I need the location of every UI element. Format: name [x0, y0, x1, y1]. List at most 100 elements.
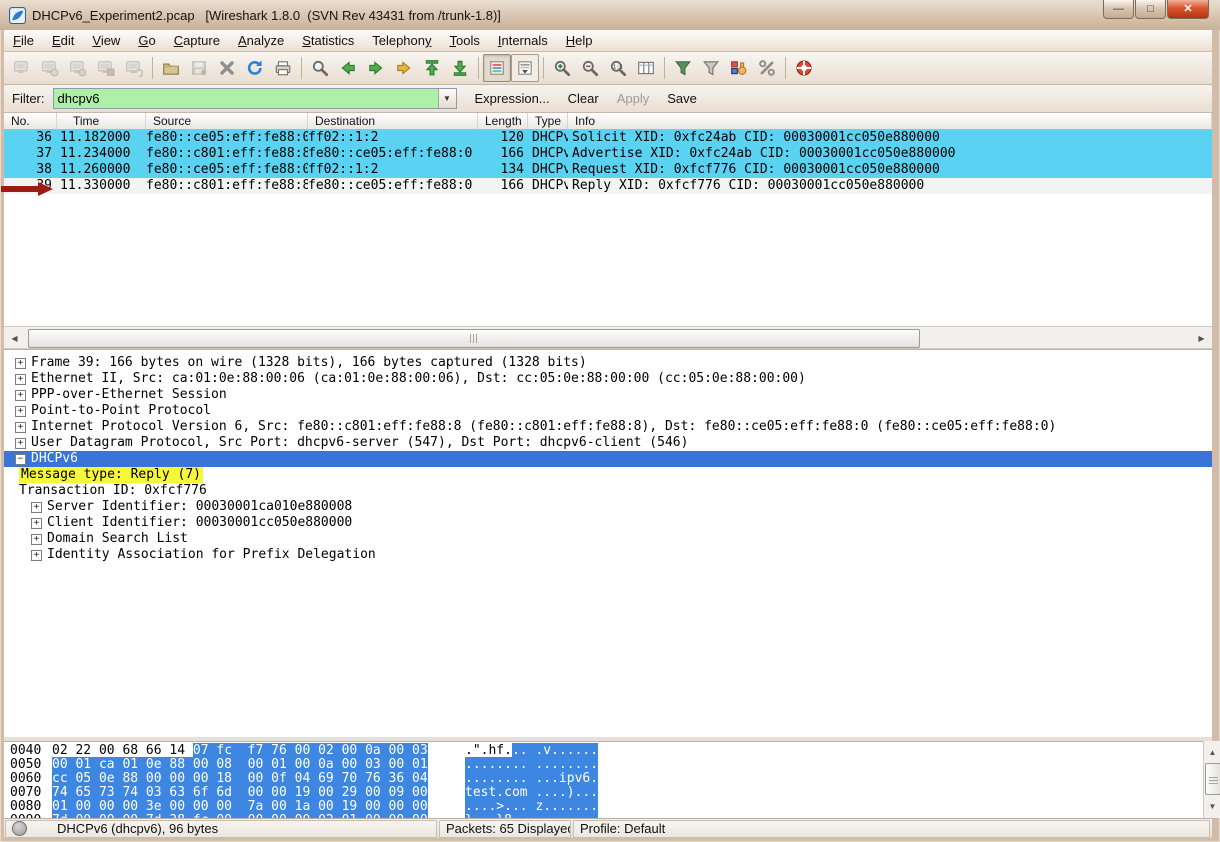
- detail-row[interactable]: +Frame 39: 166 bytes on wire (1328 bits)…: [4, 355, 1212, 371]
- filter-input[interactable]: [54, 89, 447, 108]
- column-header-no[interactable]: No.: [4, 113, 57, 130]
- zoom-100-button[interactable]: 1:1: [604, 54, 632, 82]
- expand-icon[interactable]: +: [31, 502, 42, 513]
- detail-row[interactable]: +Domain Search List: [4, 531, 1212, 547]
- hex-row-0060[interactable]: 0060cc 05 0e 88 00 00 00 18 00 0f 04 69 …: [4, 772, 1212, 786]
- detail-row[interactable]: +PPP-over-Ethernet Session: [4, 387, 1212, 403]
- expand-icon[interactable]: +: [15, 390, 26, 401]
- capture-comment-icon[interactable]: [33, 821, 49, 836]
- menu-internals[interactable]: Internals: [489, 30, 557, 51]
- hex-row-0080[interactable]: 008001 00 00 00 3e 00 00 00 7a 00 1a 00 …: [4, 800, 1212, 814]
- menu-edit[interactable]: Edit: [43, 30, 83, 51]
- file-open-button[interactable]: [157, 54, 185, 82]
- menu-telephony[interactable]: Telephony: [363, 30, 440, 51]
- preferences-button[interactable]: [753, 54, 781, 82]
- column-header-source[interactable]: Source: [146, 113, 308, 130]
- clear-button[interactable]: Clear: [568, 91, 599, 106]
- expression-button[interactable]: Expression...: [475, 91, 550, 106]
- packet-row-37[interactable]: 3711.234000fe80::c801:eff:fe88:8fe80::ce…: [4, 146, 1212, 162]
- status-profile[interactable]: Profile: Default: [573, 820, 1210, 838]
- hex-ascii[interactable]: ........ ...ipv6.: [465, 772, 598, 786]
- horizontal-scrollbar[interactable]: ◀ ▶: [4, 326, 1212, 349]
- hex-bytes[interactable]: cc 05 0e 88 00 00 00 18 00 0f 04 69 70 7…: [52, 772, 428, 786]
- column-header-time[interactable]: Time: [57, 113, 146, 130]
- scroll-down-arrow[interactable]: ▼: [1204, 796, 1220, 817]
- minimize-button[interactable]: —: [1103, 0, 1134, 19]
- menu-statistics[interactable]: Statistics: [293, 30, 363, 51]
- detail-row[interactable]: +Ethernet II, Src: ca:01:0e:88:00:06 (ca…: [4, 371, 1212, 387]
- filter-dropdown-button[interactable]: ▼: [438, 89, 456, 108]
- column-header-destination[interactable]: Destination: [308, 113, 478, 130]
- file-close-button[interactable]: [213, 54, 241, 82]
- go-top-button[interactable]: [418, 54, 446, 82]
- expand-icon[interactable]: +: [31, 550, 42, 561]
- menu-go[interactable]: Go: [129, 30, 164, 51]
- print-button[interactable]: [269, 54, 297, 82]
- horizontal-scrollbar-thumb[interactable]: [28, 329, 920, 348]
- expand-icon[interactable]: +: [15, 358, 26, 369]
- expand-icon[interactable]: +: [31, 518, 42, 529]
- scroll-left-arrow[interactable]: ◀: [6, 328, 23, 349]
- title-bar[interactable]: DHCPv6_Experiment2.pcap [Wireshark 1.8.0…: [0, 0, 1220, 30]
- detail-row[interactable]: +Server Identifier: 00030001ca010e880008: [4, 499, 1212, 515]
- hex-ascii[interactable]: .".hf... .v......: [465, 744, 598, 758]
- display-filters-button[interactable]: [697, 54, 725, 82]
- go-back-button[interactable]: [334, 54, 362, 82]
- find-button[interactable]: [306, 54, 334, 82]
- help-button[interactable]: [790, 54, 818, 82]
- hex-scrollbar-thumb[interactable]: [1205, 763, 1220, 795]
- collapse-icon[interactable]: −: [15, 454, 26, 465]
- hex-ascii[interactable]: ....>... z.......: [465, 800, 598, 814]
- hex-bytes[interactable]: 01 00 00 00 3e 00 00 00 7a 00 1a 00 19 0…: [52, 800, 428, 814]
- hex-ascii[interactable]: ........ ........: [465, 758, 598, 772]
- menu-capture[interactable]: Capture: [165, 30, 229, 51]
- coloring-rules-button[interactable]: [725, 54, 753, 82]
- close-button[interactable]: ✕: [1167, 0, 1209, 19]
- packet-row-38[interactable]: 3811.260000fe80::ce05:eff:fe88:0ff02::1:…: [4, 162, 1212, 178]
- column-header-info[interactable]: Info: [568, 113, 1212, 130]
- detail-row[interactable]: +Identity Association for Prefix Delegat…: [4, 547, 1212, 563]
- detail-row[interactable]: −DHCPv6: [4, 451, 1212, 467]
- detail-row[interactable]: Transaction ID: 0xfcf776: [4, 483, 1212, 499]
- hex-bytes[interactable]: 02 22 00 68 66 14 07 fc f7 76 00 02 00 0…: [52, 744, 428, 758]
- auto-scroll-button[interactable]: [511, 54, 539, 82]
- expert-info-icon[interactable]: [12, 821, 27, 836]
- menu-help[interactable]: Help: [557, 30, 602, 51]
- go-forward-button[interactable]: [362, 54, 390, 82]
- detail-row[interactable]: +User Datagram Protocol, Src Port: dhcpv…: [4, 435, 1212, 451]
- expand-icon[interactable]: +: [15, 438, 26, 449]
- packet-row-39[interactable]: 3911.330000fe80::c801:eff:fe88:8fe80::ce…: [4, 178, 1212, 194]
- hex-row-0070[interactable]: 007074 65 73 74 03 63 6f 6d 00 00 19 00 …: [4, 786, 1212, 800]
- packet-row-36[interactable]: 3611.182000fe80::ce05:eff:fe88:0ff02::1:…: [4, 130, 1212, 146]
- hex-row-0040[interactable]: 004002 22 00 68 66 14 07 fc f7 76 00 02 …: [4, 744, 1212, 758]
- reload-button[interactable]: [241, 54, 269, 82]
- hex-bytes[interactable]: 74 65 73 74 03 63 6f 6d 00 00 19 00 29 0…: [52, 786, 428, 800]
- hex-row-0050[interactable]: 005000 01 ca 01 0e 88 00 08 00 01 00 0a …: [4, 758, 1212, 772]
- menu-analyze[interactable]: Analyze: [229, 30, 293, 51]
- resize-columns-button[interactable]: [632, 54, 660, 82]
- detail-row[interactable]: +Internet Protocol Version 6, Src: fe80:…: [4, 419, 1212, 435]
- hex-ascii[interactable]: test.com ....)...: [465, 786, 598, 800]
- restore-button[interactable]: □: [1135, 0, 1166, 19]
- column-header-type[interactable]: Type: [528, 113, 568, 130]
- expand-icon[interactable]: +: [31, 534, 42, 545]
- hex-vertical-scrollbar[interactable]: ▲ ▼: [1203, 741, 1220, 818]
- column-header-length[interactable]: Length: [478, 113, 528, 130]
- colorize-button[interactable]: [483, 54, 511, 82]
- detail-row[interactable]: +Point-to-Point Protocol: [4, 403, 1212, 419]
- zoom-in-button[interactable]: [548, 54, 576, 82]
- go-to-packet-button[interactable]: [390, 54, 418, 82]
- menu-view[interactable]: View: [83, 30, 129, 51]
- detail-row[interactable]: +Client Identifier: 00030001cc050e880000: [4, 515, 1212, 531]
- zoom-out-button[interactable]: [576, 54, 604, 82]
- scroll-right-arrow[interactable]: ▶: [1193, 328, 1210, 349]
- scroll-up-arrow[interactable]: ▲: [1204, 742, 1220, 763]
- expand-icon[interactable]: +: [15, 406, 26, 417]
- menu-file[interactable]: File: [4, 30, 43, 51]
- hex-bytes[interactable]: 00 01 ca 01 0e 88 00 08 00 01 00 0a 00 0…: [52, 758, 428, 772]
- menu-tools[interactable]: Tools: [441, 30, 489, 51]
- save-button[interactable]: Save: [667, 91, 697, 106]
- capture-filters-button[interactable]: [669, 54, 697, 82]
- expand-icon[interactable]: +: [15, 422, 26, 433]
- expand-icon[interactable]: +: [15, 374, 26, 385]
